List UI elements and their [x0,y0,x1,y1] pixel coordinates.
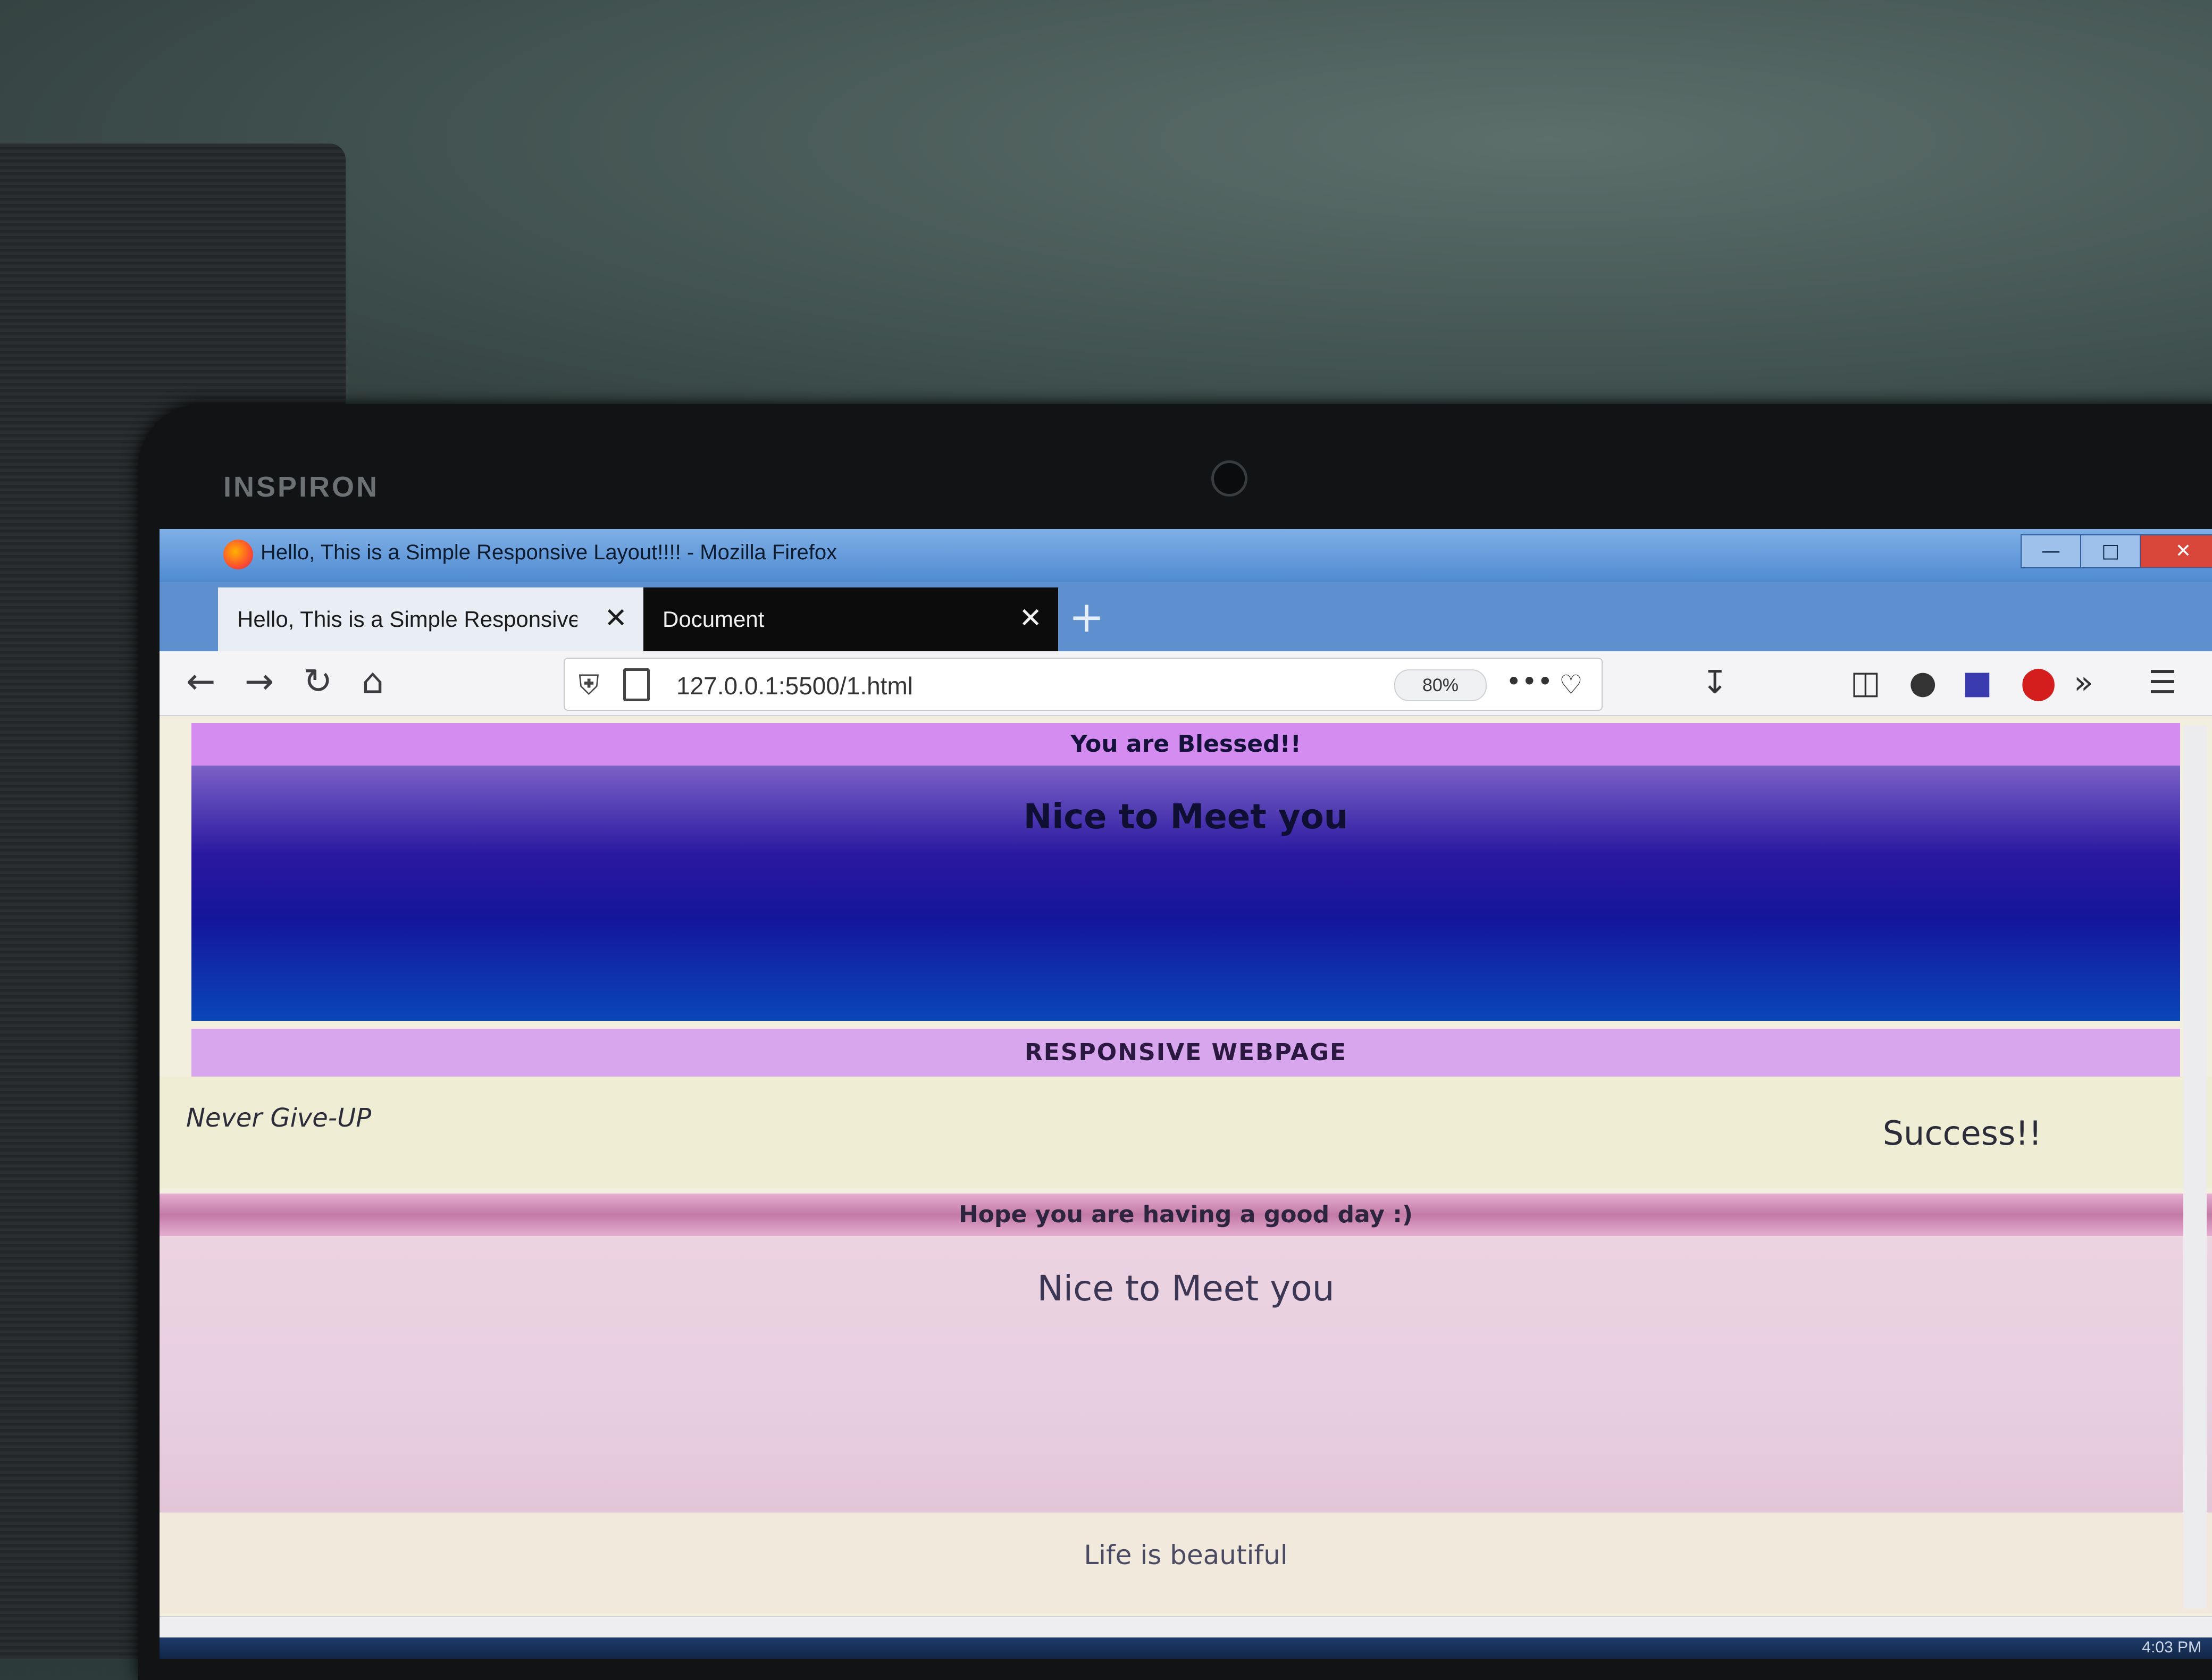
mid-banner: RESPONSIVE WEBPAGE [191,1029,2180,1077]
pink-text: Nice to Meet you [1037,1268,1335,1309]
navigation-bar: ← → ↻ ⌂ ⛨ 127.0.0.1:5500/1.html 80% ••• … [160,651,2212,716]
address-bar[interactable]: ⛨ 127.0.0.1:5500/1.html 80% ••• ♡ [564,658,1603,711]
close-window-button[interactable]: ✕ [2140,534,2212,568]
window-title: Hello, This is a Simple Responsive Layou… [261,541,837,564]
vertical-scrollbar[interactable] [2183,726,2207,1608]
close-tab-icon[interactable]: ✕ [604,602,627,634]
pink-section: Nice to Meet you [160,1236,2212,1513]
tab-bar: Hello, This is a Simple Responsive L ✕ D… [160,582,2212,651]
home-icon[interactable]: ⌂ [362,663,384,700]
shield-icon[interactable]: ⛨ [579,669,599,702]
content-strip: Never Give-UP Success!! [160,1077,2212,1188]
firefox-logo-icon [223,540,253,569]
extension-icon[interactable]: ■ [1962,664,1992,701]
page-actions-icon[interactable]: ••• [1506,666,1553,697]
hero-text: Nice to Meet you [1023,797,1348,837]
new-tab-button[interactable]: + [1069,596,1104,639]
minimize-button[interactable]: — [2021,534,2081,568]
pocket-icon[interactable]: ♡ [1559,669,1583,700]
taskbar: 4:03 PM [160,1637,2212,1659]
download-icon[interactable]: ↧ [1702,664,1728,701]
reload-icon[interactable]: ↻ [303,663,332,700]
tab-hello[interactable]: Hello, This is a Simple Responsive L ✕ [218,587,643,651]
taskbar-clock: 4:03 PM [2142,1639,2201,1656]
forward-arrow-icon[interactable]: → [245,663,274,700]
maximize-button[interactable]: □ [2080,534,2141,568]
web-page: You are Blessed!! Nice to Meet you RESPO… [160,715,2212,1659]
tab-label: Hello, This is a Simple Responsive L [237,607,577,632]
opera-extension-icon[interactable]: ⬤ [2021,664,2056,701]
close-tab-icon[interactable]: ✕ [1019,602,1042,634]
right-text: Success!! [1882,1114,2042,1153]
overflow-chevron-icon[interactable]: » [2074,664,2093,701]
footer: Life is beautiful [160,1513,2212,1614]
top-banner: You are Blessed!! [191,723,2180,766]
laptop-brand: INSPIRON [223,471,380,503]
zoom-indicator[interactable]: 80% [1394,669,1487,701]
page-icon [623,668,650,701]
sidebar-icon[interactable]: ◫ [1850,664,1881,701]
menu-icon[interactable]: ☰ [2148,664,2177,701]
hero-section: Nice to Meet you [191,766,2180,1021]
left-text: Never Give-UP [186,1103,372,1133]
url-text[interactable]: 127.0.0.1:5500/1.html [676,671,913,700]
window-titlebar: Hello, This is a Simple Responsive Layou… [160,529,2212,582]
tab-label: Document [663,607,765,632]
webcam-icon [1211,460,1247,497]
back-arrow-icon[interactable]: ← [186,663,215,700]
account-icon[interactable]: ● [1909,664,1937,701]
tab-document[interactable]: Document ✕ [643,587,1058,651]
pink-banner: Hope you are having a good day :) [160,1194,2212,1236]
screen: Hello, This is a Simple Responsive Layou… [160,529,2212,1659]
